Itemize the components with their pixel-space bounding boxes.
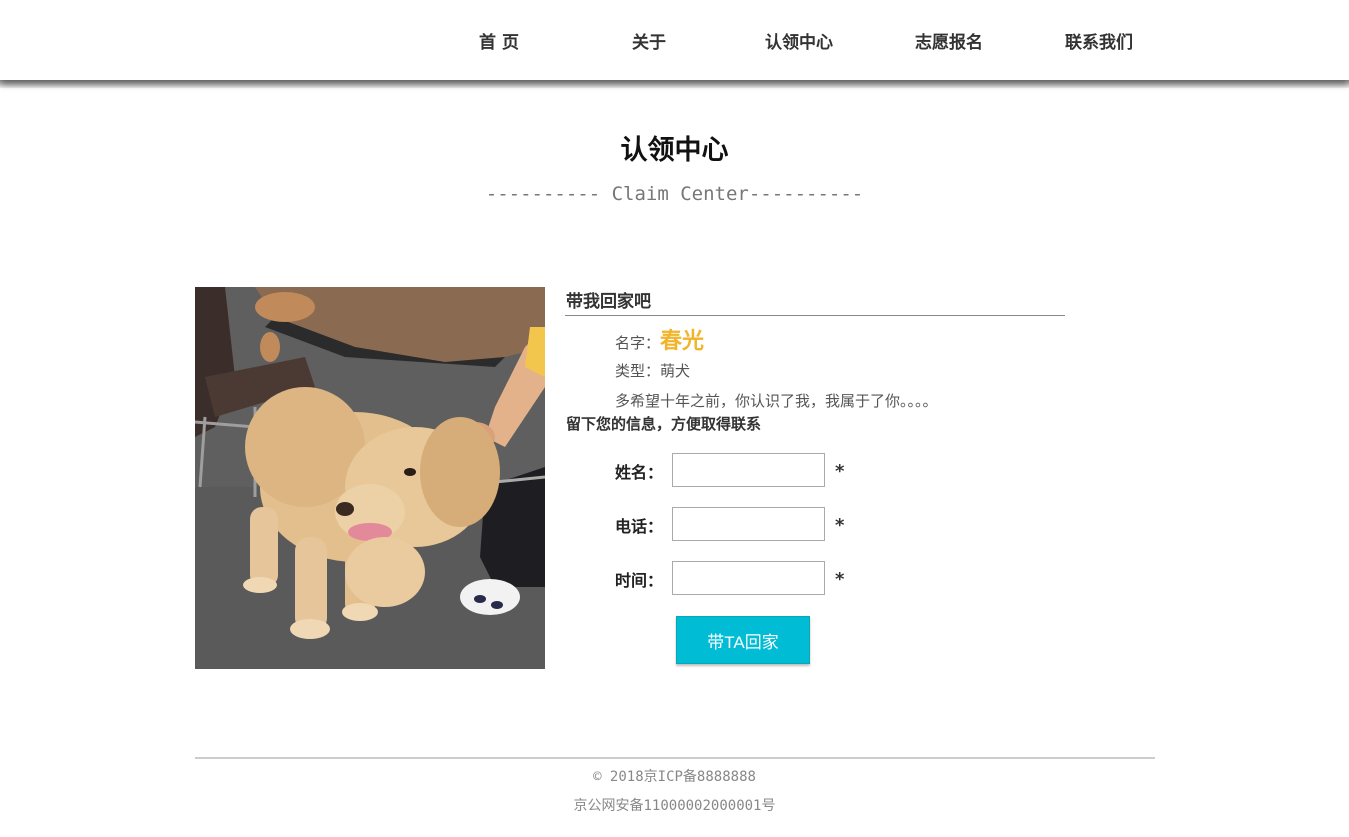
page-title: 认领中心 (620, 135, 729, 166)
time-required-mark: * (835, 569, 845, 590)
footer-copyright: © 2018京ICP备8888888 (593, 769, 756, 785)
nav-item-contact-us[interactable]: 联系我们 (1024, 28, 1174, 53)
phone-field-label: 电话： (615, 517, 664, 536)
phone-required-mark: * (835, 515, 845, 536)
pet-type: 类型：萌犬 (615, 362, 691, 380)
pet-name-value: 春光 (660, 329, 705, 354)
name-field-label: 姓名： (615, 463, 664, 482)
nav-shadow-divider (0, 80, 1349, 88)
time-input[interactable] (672, 561, 825, 595)
pet-name-label: 名字： (615, 334, 661, 352)
nav-item-volunteer-signup[interactable]: 志愿报名 (874, 28, 1024, 53)
phone-input[interactable] (672, 507, 825, 541)
contact-form-title: 留下您的信息，方便取得联系 (566, 415, 762, 433)
nav-item-home[interactable]: 首 页 (424, 28, 574, 53)
footer-police-record: 京公网安备11000002000001号 (573, 798, 776, 814)
dog-photo-illustration (195, 287, 545, 669)
name-input[interactable] (672, 453, 825, 487)
page-subtitle: ---------- Claim Center---------- (485, 183, 864, 205)
footer-divider (195, 757, 1155, 759)
pet-detail-heading: 带我回家吧 (566, 292, 651, 312)
time-field-label: 时间： (615, 571, 664, 590)
pet-name-row: 名字：春光 (615, 323, 704, 355)
nav-item-claim-center[interactable]: 认领中心 (724, 28, 874, 53)
heading-divider (565, 315, 1065, 316)
golden-retriever-photo (195, 287, 545, 669)
adopt-submit-button[interactable]: 带TA回家 (676, 616, 810, 664)
pet-description: 多希望十年之前，你认识了我，我属于了你。。。。 (615, 392, 938, 410)
top-navigation-bar: 首 页 关于 认领中心 志愿报名 联系我们 (0, 0, 1349, 80)
nav-item-about[interactable]: 关于 (574, 28, 724, 53)
name-required-mark: * (835, 461, 845, 482)
